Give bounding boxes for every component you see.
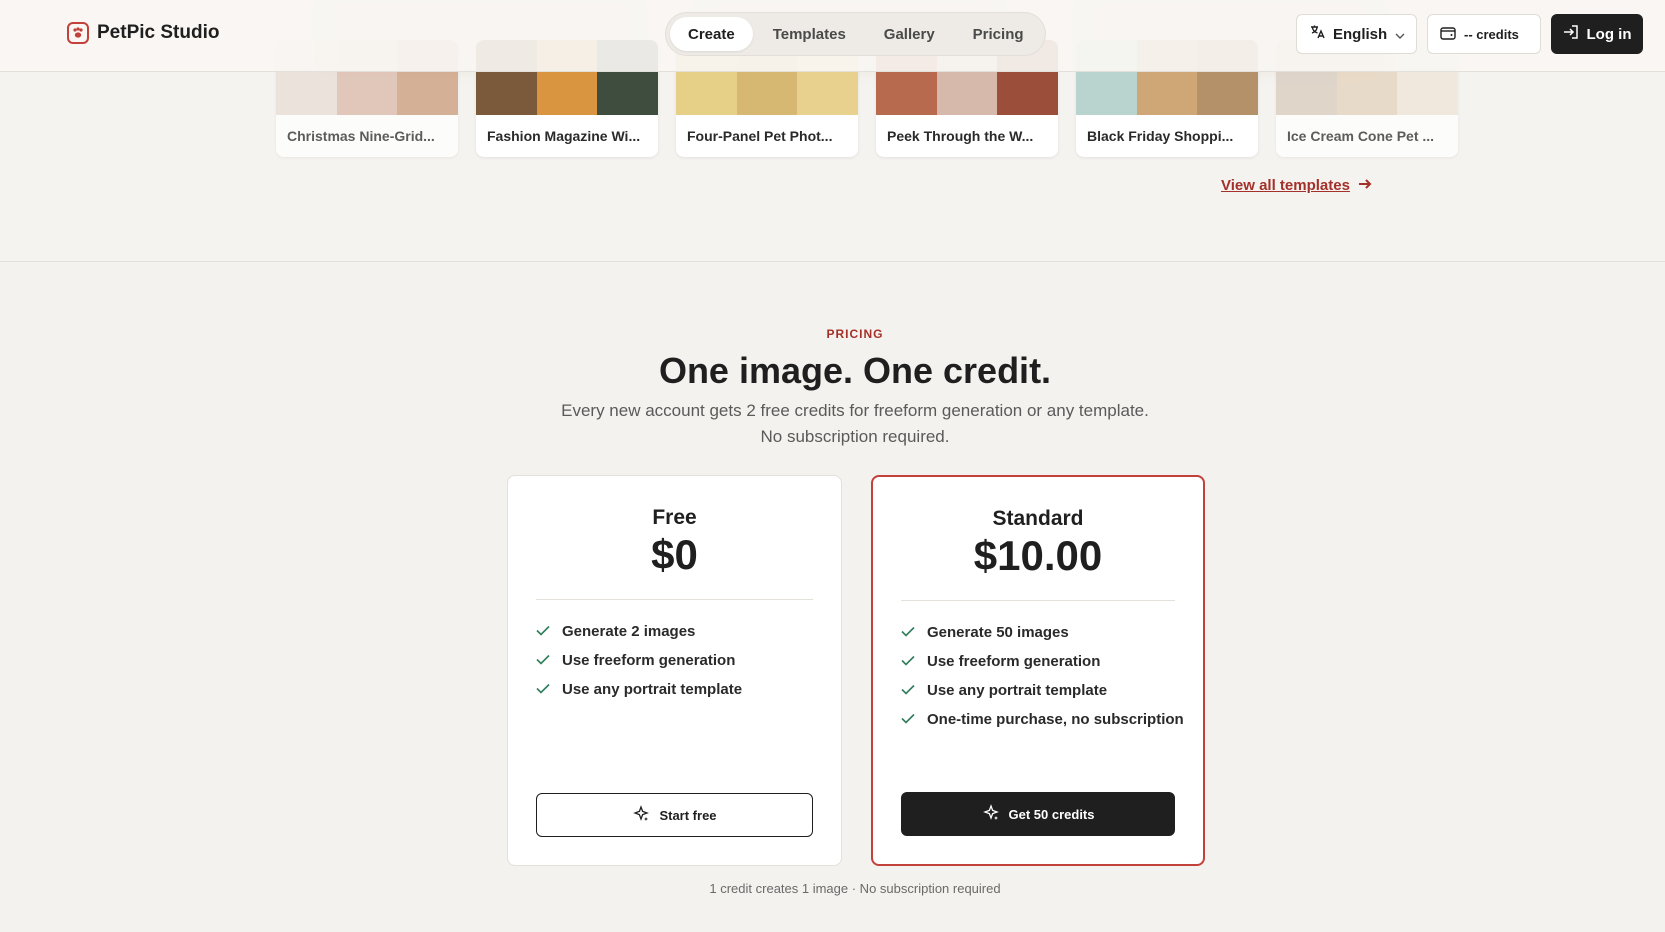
button-label: Start free [659,807,717,823]
sparkle-icon [982,803,1000,825]
credits-button[interactable]: -- credits [1427,14,1541,54]
start-free-button[interactable]: Start free [536,793,813,837]
card-title: Ice Cream Cone Pet ... [1287,128,1435,144]
top-header: PetPic Studio Create Templates Gallery P… [0,0,1665,72]
card-title: Peek Through the W... [887,128,1034,144]
credits-label: -- credits [1464,26,1519,42]
paw-icon [67,22,89,44]
nav-gallery[interactable]: Gallery [866,17,953,51]
plan-price: $10.00 [973,532,1103,579]
card-title: Four-Panel Pet Phot... [687,128,833,144]
check-icon [901,711,915,728]
feature-text: Generate 50 images [927,624,1069,641]
arrow-right-icon [1358,177,1372,194]
plan-name: Free [652,506,697,529]
card-title: Fashion Magazine Wi... [487,128,641,144]
brand-name: PetPic Studio [97,22,220,43]
feature-item: Generate 2 images [536,617,742,646]
feature-item: Use any portrait template [536,675,742,704]
pricing-eyebrow: PRICING [826,327,884,341]
login-label: Log in [1586,25,1632,43]
wallet-icon [1440,26,1456,43]
nav-create[interactable]: Create [670,17,753,51]
feature-text: Generate 2 images [562,623,696,640]
pricing-subtitle: Every new account gets 2 free credits fo… [561,401,1149,446]
plan-card-standard: Standard $10.00 Generate 50 images Use f… [871,475,1205,866]
plan-name: Standard [992,507,1084,530]
divider [901,600,1175,601]
button-label: Get 50 credits [1008,806,1095,822]
feature-text: One-time purchase, no subscription [927,711,1184,728]
divider [536,599,813,600]
brand-logo[interactable]: PetPic Studio [67,22,219,44]
plan-card-free: Free $0 Generate 2 images Use freeform g… [507,475,842,866]
feature-list: Generate 2 images Use freeform generatio… [536,617,742,704]
nav-templates[interactable]: Templates [755,17,864,51]
get-credits-button[interactable]: Get 50 credits [901,792,1175,836]
feature-text: Use any portrait template [927,682,1108,699]
nav-pricing[interactable]: Pricing [955,17,1042,51]
feature-list: Generate 50 images Use freeform generati… [901,618,1184,734]
feature-item: Use freeform generation [536,646,742,675]
feature-item: Use freeform generation [901,647,1184,676]
card-title: Christmas Nine-Grid... [287,128,435,144]
check-icon [901,624,915,641]
pricing-headline: One image. One credit. [658,350,1052,391]
card-title: Black Friday Shoppi... [1087,128,1234,144]
translate-icon [1309,24,1325,44]
view-all-label: View all templates [1221,177,1350,194]
feature-item: Generate 50 images [901,618,1184,647]
feature-text: Use any portrait template [562,681,743,698]
feature-item: One-time purchase, no subscription [901,705,1184,734]
check-icon [901,682,915,699]
feature-item: Use any portrait template [901,676,1184,705]
feature-text: Use freeform generation [927,653,1101,670]
login-button[interactable]: Log in [1551,14,1643,54]
plan-price: $0 [651,531,698,578]
view-all-templates-link[interactable]: View all templates [1221,177,1372,194]
chevron-down-icon [1395,26,1405,43]
login-icon [1563,25,1579,43]
check-icon [901,653,915,670]
sparkle-icon [632,804,650,826]
pricing-footnote: 1 credit creates 1 image · No subscripti… [709,881,1001,896]
feature-text: Use freeform generation [562,652,736,669]
language-label: English [1333,25,1388,43]
check-icon [536,681,550,698]
language-selector[interactable]: English [1296,14,1417,54]
main-nav: Create Templates Gallery Pricing [665,12,1046,56]
check-icon [536,623,550,640]
check-icon [536,652,550,669]
